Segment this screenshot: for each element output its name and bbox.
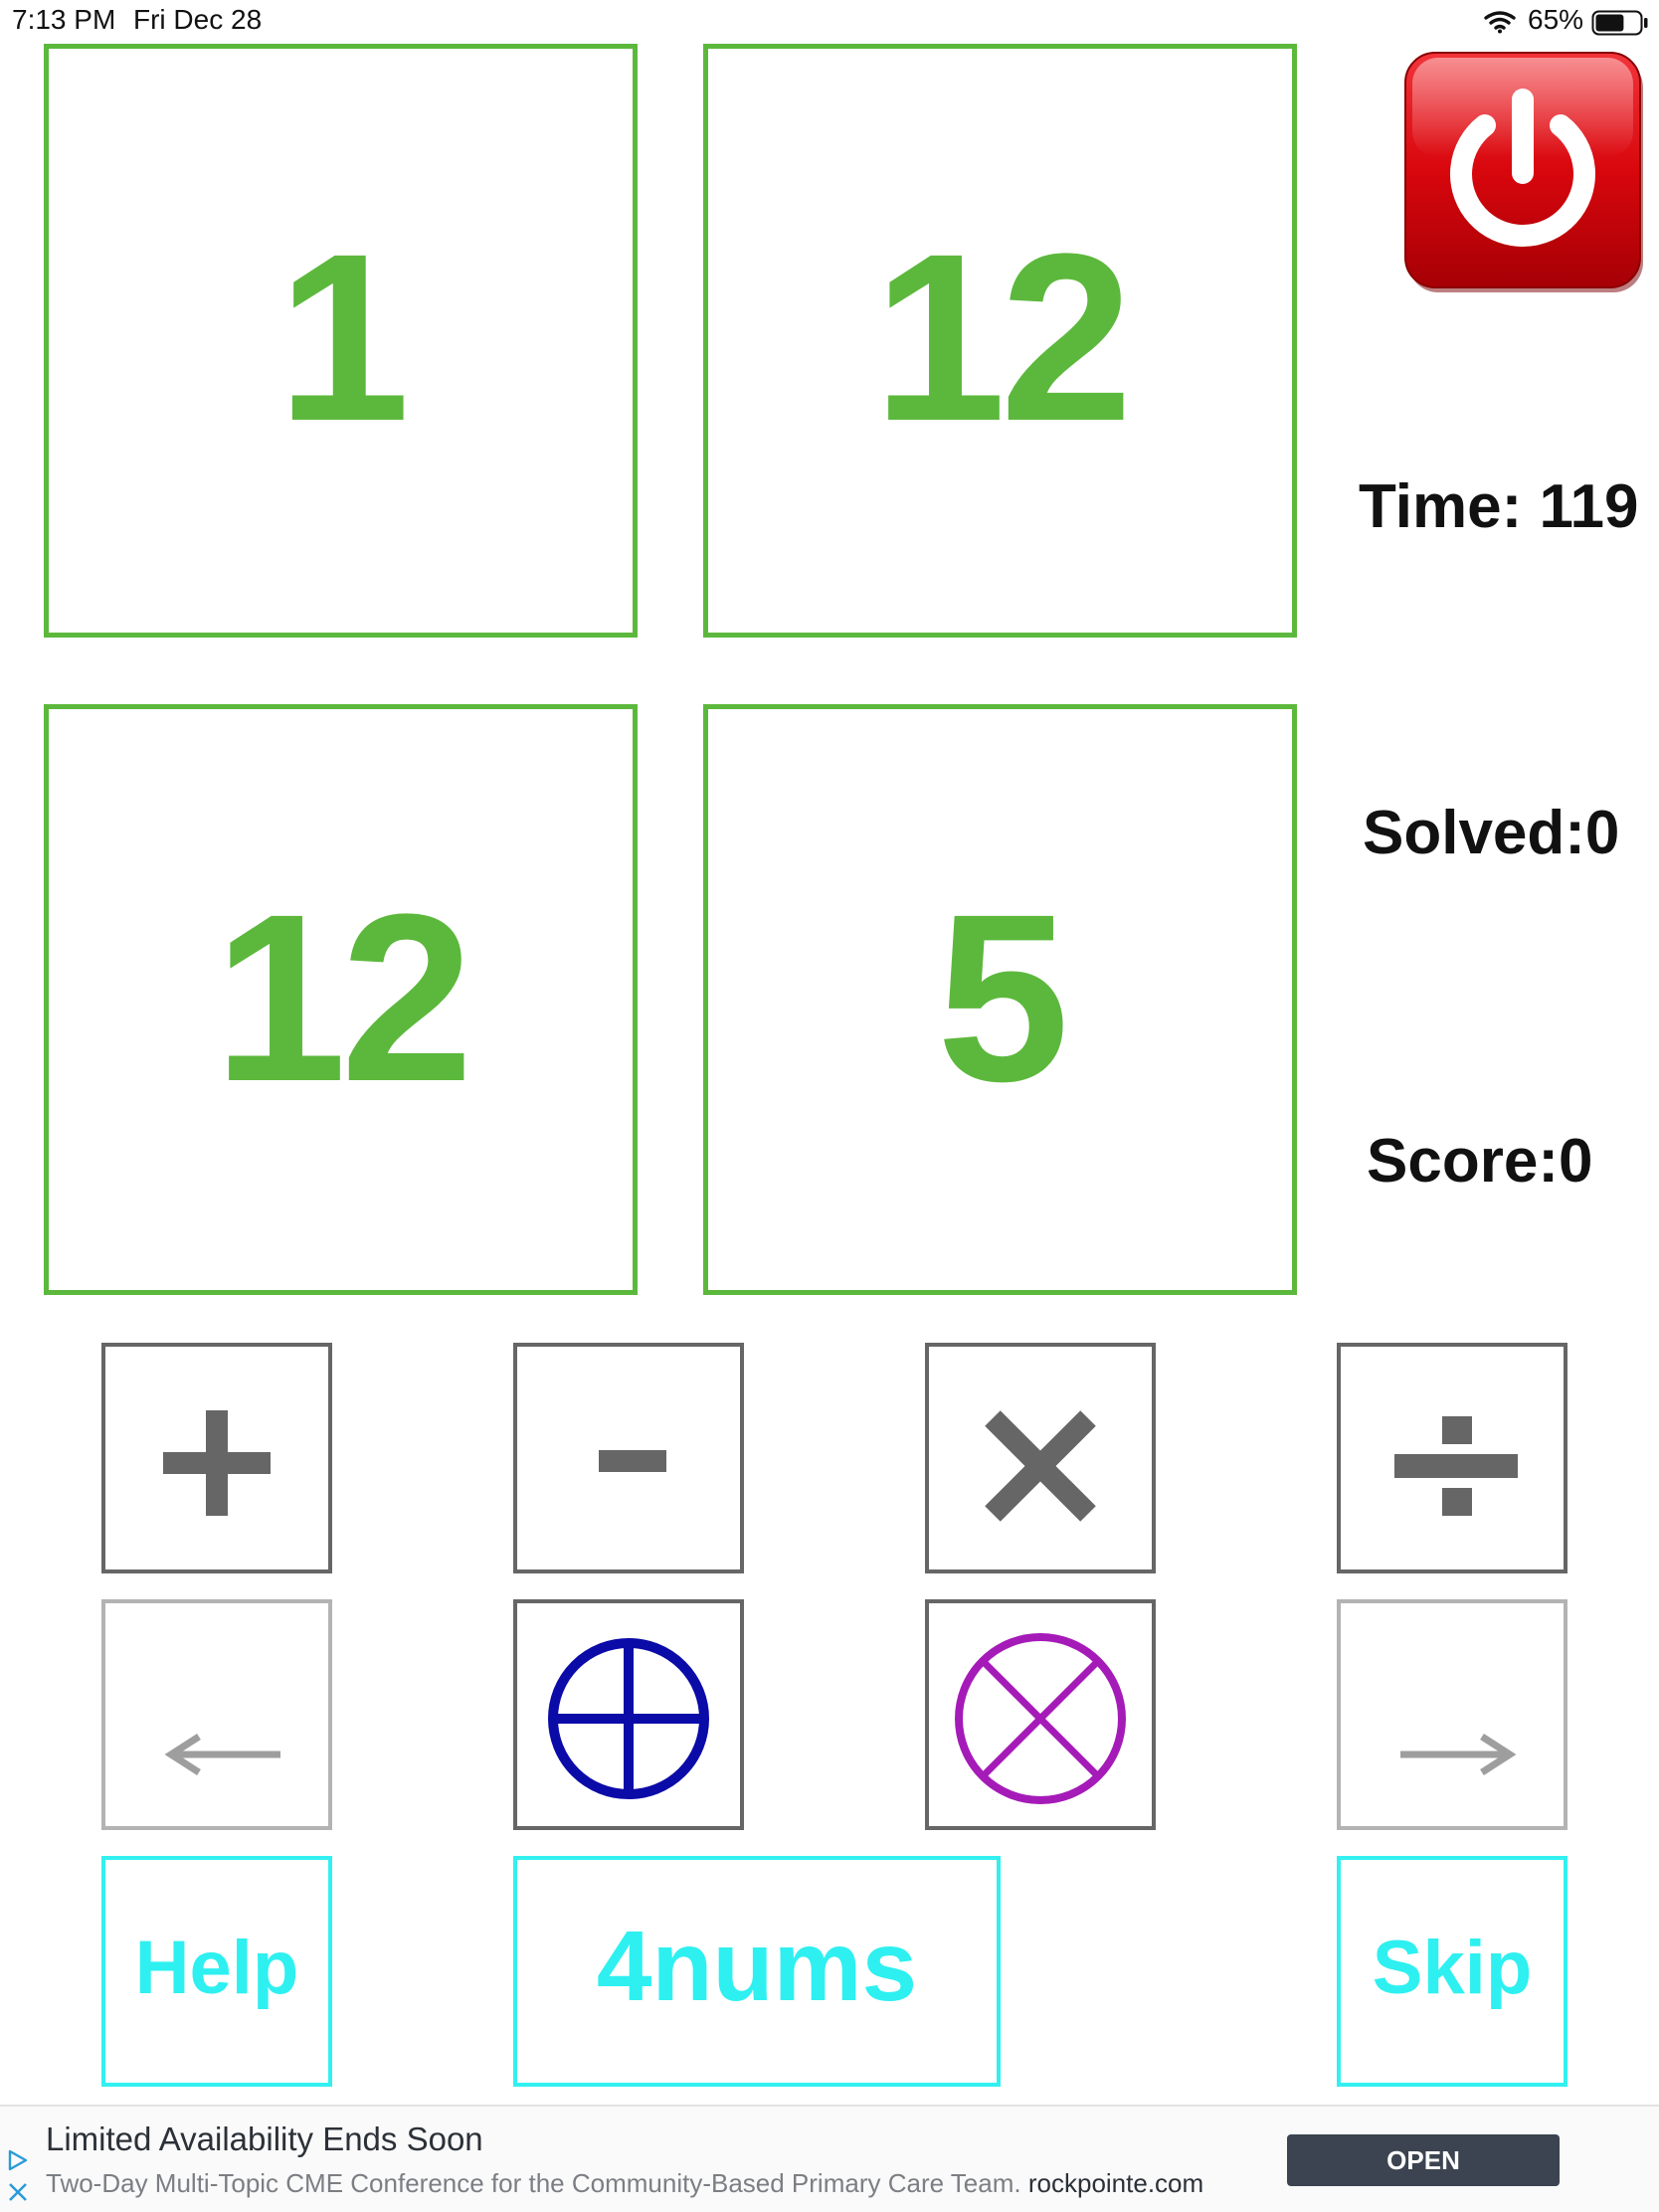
undo-button[interactable]	[101, 1599, 332, 1830]
ad-banner[interactable]: Limited Availability Ends Soon Two-Day M…	[0, 2105, 1659, 2212]
ad-title: Limited Availability Ends Soon	[46, 2120, 483, 2157]
circled-times-icon	[955, 1633, 1126, 1804]
divide-icon	[1394, 1416, 1518, 1516]
right-arrow-icon	[1400, 1734, 1517, 1775]
number-tile-4[interactable]: 5	[703, 704, 1297, 1295]
wifi-icon	[1484, 11, 1516, 34]
ad-open-button[interactable]: OPEN	[1287, 2134, 1560, 2186]
circled-plus-button[interactable]	[513, 1599, 744, 1830]
plus-button[interactable]	[101, 1343, 332, 1573]
divide-button[interactable]	[1337, 1343, 1567, 1573]
battery-icon	[1591, 10, 1648, 36]
minus-icon	[599, 1450, 666, 1472]
minus-button[interactable]	[513, 1343, 744, 1573]
ad-domain: rockpointe.com	[1027, 2168, 1204, 2198]
app-title-button[interactable]: 4nums	[513, 1856, 1001, 2087]
number-tile-1[interactable]: 1	[44, 44, 638, 638]
time-remaining: Time: 119	[1359, 472, 1639, 541]
redo-button[interactable]	[1337, 1599, 1567, 1830]
ad-description-text: Two-Day Multi-Topic CME Conference for t…	[46, 2168, 1021, 2198]
skip-button[interactable]: Skip	[1337, 1856, 1567, 2087]
ad-description: Two-Day Multi-Topic CME Conference for t…	[46, 2168, 1203, 2199]
score-value: Score:0	[1367, 1127, 1593, 1196]
ad-choices-icon[interactable]	[6, 2148, 30, 2172]
app-title-label: 4nums	[596, 1911, 918, 2022]
tile-value: 1	[276, 204, 410, 470]
multiply-button[interactable]	[925, 1343, 1156, 1573]
power-button[interactable]	[1402, 50, 1647, 294]
tile-value: 5	[936, 864, 1069, 1131]
multiply-icon	[985, 1410, 1096, 1522]
status-time: 7:13 PM	[12, 4, 116, 35]
circled-plus-icon	[548, 1638, 709, 1799]
plus-icon	[163, 1410, 271, 1516]
left-arrow-icon	[164, 1734, 280, 1775]
help-button[interactable]: Help	[101, 1856, 332, 2087]
solved-count: Solved:0	[1363, 799, 1620, 867]
battery-percent: 65%	[1528, 4, 1584, 35]
number-tile-3[interactable]: 12	[44, 704, 638, 1295]
help-label: Help	[134, 1926, 299, 2010]
number-tile-2[interactable]: 12	[703, 44, 1297, 638]
status-date: Fri Dec 28	[133, 4, 263, 35]
tile-value: 12	[214, 864, 473, 1131]
close-ad-icon[interactable]	[6, 2180, 30, 2204]
circled-times-button[interactable]	[925, 1599, 1156, 1830]
skip-label: Skip	[1372, 1926, 1533, 2010]
tile-value: 12	[873, 204, 1133, 470]
